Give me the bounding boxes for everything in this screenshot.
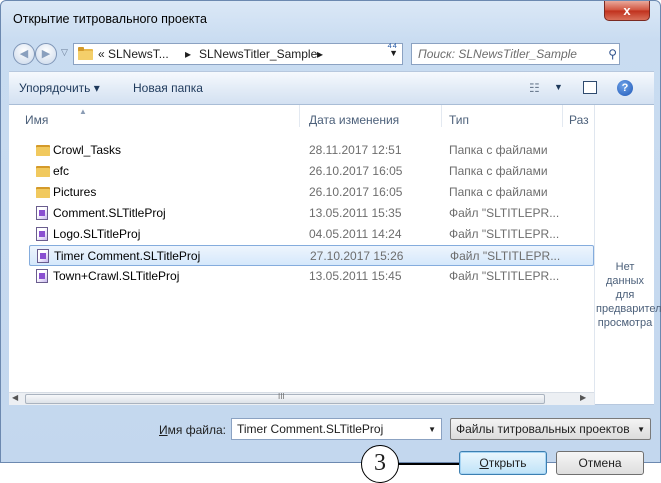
file-date: 26.10.2017 16:05 <box>309 185 403 199</box>
file-type: Файл "SLTITLEPR... <box>449 269 560 283</box>
column-divider[interactable] <box>562 105 563 127</box>
filetype-value[interactable]: Файлы титровальных проектов <box>456 422 631 436</box>
file-name: Comment.SLTitleProj <box>53 206 166 220</box>
file-date: 27.10.2017 15:26 <box>310 249 404 263</box>
file-type: Файл "SLTITLEPR... <box>450 249 561 263</box>
title-project-file-icon <box>37 249 49 263</box>
callout-pointer-line <box>398 463 466 465</box>
chevron-down-icon[interactable]: ▼ <box>637 425 645 434</box>
search-icon[interactable]: ⚲ <box>608 47 617 61</box>
file-type: Папка с файлами <box>449 164 548 178</box>
back-arrow-icon: ◀ <box>19 48 29 60</box>
filename-value[interactable]: Timer Comment.SLTitleProj <box>237 422 383 436</box>
column-header-name[interactable]: Имя <box>25 113 48 127</box>
column-divider[interactable] <box>299 105 300 127</box>
file-row[interactable]: Logo.SLTitleProj 04.05.2011 14:24 Файл "SL… <box>29 224 594 245</box>
scrollbar-thumb[interactable]: III <box>25 392 545 404</box>
file-row[interactable]: Town+Crawl.SLTitleProj 13.05.2011 15:45 Фа… <box>29 266 594 287</box>
file-name: Town+Crawl.SLTitleProj <box>53 269 180 283</box>
file-row[interactable]: Comment.SLTitleProj 13.05.2011 15:35 Файл … <box>29 203 594 224</box>
folder-icon <box>36 187 50 198</box>
preview-message: Нет данных для предварительного просмотр… <box>596 261 661 329</box>
breadcrumb-parent[interactable]: « SLNewsT... <box>98 47 169 61</box>
command-bar: Упорядочить ▾ Новая папка ☷ ▼ ? <box>9 71 654 105</box>
organize-button[interactable]: Упорядочить ▾ <box>19 81 100 95</box>
file-name: efc <box>53 164 70 178</box>
preview-pane-icon[interactable] <box>583 81 597 94</box>
scroll-right-icon[interactable]: ▶ <box>580 393 586 402</box>
file-date: 04.05.2011 14:24 <box>309 227 402 241</box>
breadcrumb-current[interactable]: SLNewsTitler_Sample <box>199 47 317 61</box>
preview-divider[interactable] <box>594 105 595 405</box>
chevron-down-icon[interactable]: ▼ <box>428 425 436 434</box>
forward-arrow-icon: ▶ <box>41 48 51 60</box>
column-header-type[interactable]: Тип <box>449 113 469 127</box>
sort-ascending-icon: ▲ <box>79 107 87 116</box>
dialog-client: ◀ ▶ ▽ « SLNewsT... ▸ SLNewsTitler_Sample… <box>9 37 661 483</box>
file-date: 13.05.2011 15:35 <box>309 206 402 220</box>
file-list: Имя ▲ Дата изменения Тип Раз Crowl_Tasks… <box>9 105 661 405</box>
help-icon[interactable]: ? <box>617 80 633 96</box>
file-row[interactable]: Crowl_Tasks 28.11.2017 12:51 Папка с файла… <box>29 140 594 161</box>
window-title: Открытие титровального проекта <box>13 12 207 26</box>
title-project-file-icon <box>36 206 48 220</box>
view-options-icon[interactable]: ☷ <box>529 81 540 95</box>
open-button[interactable]: Открыть <box>459 451 547 475</box>
breadcrumb-separator-icon[interactable]: ▸ <box>317 47 323 61</box>
title-project-file-icon <box>36 227 48 241</box>
address-bar[interactable]: « SLNewsT... ▸ SLNewsTitler_Sample ▸ ▼ <box>73 43 403 65</box>
file-type: Файл "SLTITLEPR... <box>449 227 560 241</box>
file-name: Crowl_Tasks <box>53 143 122 157</box>
file-row[interactable]: Pictures 26.10.2017 16:05 Папка с файлами <box>29 182 594 203</box>
file-type: Папка с файлами <box>449 185 548 199</box>
open-dialog-window: Открытие титровального проекта x ◀ ▶ ▽ «… <box>0 0 661 483</box>
horizontal-scrollbar[interactable]: ◀ III ▶ <box>9 392 594 405</box>
folder-icon <box>36 166 50 177</box>
filename-label: Имя файла: <box>159 423 226 437</box>
file-type: Файл "SLTITLEPR... <box>449 206 560 220</box>
folder-icon <box>36 145 50 156</box>
file-date: 13.05.2011 15:45 <box>309 269 402 283</box>
search-input[interactable]: Поиск: SLNewsTitler_Sample ⚲ <box>411 43 620 65</box>
file-date: 28.11.2017 12:51 <box>309 143 402 157</box>
file-type: Папка с файлами <box>449 143 548 157</box>
file-name: Timer Comment.SLTitleProj <box>54 249 201 263</box>
scrollbar-grip: III <box>278 392 285 401</box>
search-placeholder: Поиск: SLNewsTitler_Sample <box>418 47 577 61</box>
filetype-select[interactable]: Файлы титровальных проектов ▼ <box>450 418 651 440</box>
column-header-date[interactable]: Дата изменения <box>309 113 399 127</box>
callout-number: 3 <box>361 445 399 483</box>
file-name: Logo.SLTitleProj <box>53 227 141 241</box>
filename-field[interactable]: Timer Comment.SLTitleProj ▼ <box>231 418 442 440</box>
breadcrumb-separator-icon[interactable]: ▸ <box>185 47 191 61</box>
scroll-left-icon[interactable]: ◀ <box>12 393 18 402</box>
folder-icon <box>78 47 93 60</box>
file-row[interactable]: efc 26.10.2017 16:05 Папка с файлами <box>29 161 594 182</box>
back-button[interactable]: ◀ <box>13 43 35 65</box>
close-button[interactable]: x <box>604 1 650 21</box>
file-row[interactable]: Timer Comment.SLTitleProj 27.10.2017 15:2… <box>29 245 594 266</box>
column-divider[interactable] <box>441 105 442 127</box>
refresh-icon[interactable]: ⁴⁴ <box>387 40 397 54</box>
column-header-size[interactable]: Раз <box>569 113 589 127</box>
forward-button[interactable]: ▶ <box>35 43 57 65</box>
new-folder-button[interactable]: Новая папка <box>133 81 203 95</box>
history-dropdown-icon[interactable]: ▽ <box>61 47 68 58</box>
file-name: Pictures <box>53 185 97 199</box>
file-date: 26.10.2017 16:05 <box>309 164 403 178</box>
chevron-down-icon[interactable]: ▼ <box>554 82 563 92</box>
title-project-file-icon <box>36 269 48 283</box>
cancel-button[interactable]: Отмена <box>556 451 644 475</box>
